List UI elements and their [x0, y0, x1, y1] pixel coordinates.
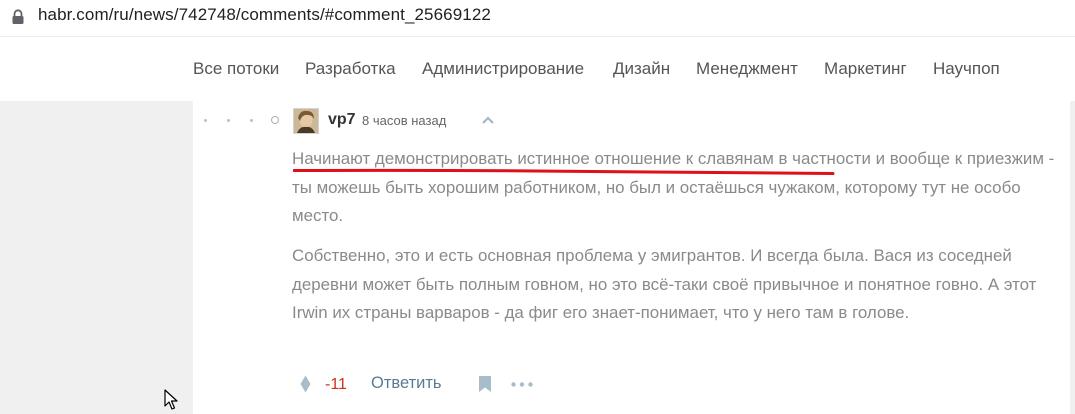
- thread-depth-dot: [204, 119, 207, 122]
- reply-button[interactable]: Ответить: [371, 374, 442, 393]
- comment-paragraph-1: Начинают демонстрировать истинное отноше…: [292, 145, 1062, 231]
- comment-score: -11: [325, 376, 347, 393]
- vote-diamond-icon[interactable]: [300, 375, 311, 393]
- top-navigation: Все потоки Разработка Администрирование …: [0, 36, 1075, 102]
- right-gutter: [1070, 101, 1075, 414]
- avatar-image: [294, 109, 318, 133]
- nav-item-administration[interactable]: Администрирование: [422, 59, 584, 79]
- thread-current-ring: [271, 116, 279, 124]
- bookmark-icon[interactable]: [478, 375, 492, 393]
- nav-item-popular-science[interactable]: Научпоп: [933, 59, 1000, 79]
- mouse-cursor-icon: [164, 389, 178, 410]
- nav-item-marketing[interactable]: Маркетинг: [824, 59, 907, 79]
- comment-author[interactable]: vp7: [328, 111, 356, 129]
- more-dots-icon[interactable]: [511, 382, 533, 387]
- browser-address-bar: habr.com/ru/news/742748/comments/#commen…: [0, 0, 1075, 36]
- url-text[interactable]: habr.com/ru/news/742748/comments/#commen…: [38, 5, 491, 25]
- comment-paragraph-2: Собственно, это и есть основная проблема…: [292, 242, 1062, 328]
- comment-footer: -11 Ответить: [193, 369, 1070, 399]
- lock-icon[interactable]: [11, 9, 25, 25]
- chevron-up-icon[interactable]: [481, 115, 495, 125]
- nav-item-design[interactable]: Дизайн: [613, 59, 670, 79]
- comment-highlighted-phrase: Начинают демонстрировать истинное отноше…: [292, 149, 774, 168]
- comment-timestamp[interactable]: 8 часов назад: [362, 113, 446, 128]
- thread-depth-dot: [227, 119, 230, 122]
- nav-item-development[interactable]: Разработка: [305, 59, 396, 79]
- thread-depth-dot: [250, 119, 253, 122]
- left-gutter: [0, 101, 193, 414]
- nav-item-all-flows[interactable]: Все потоки: [193, 59, 279, 79]
- avatar[interactable]: [293, 108, 319, 134]
- comment-block: vp7 8 часов назад Начинают демонстрирова…: [193, 101, 1070, 414]
- nav-item-management[interactable]: Менеджмент: [696, 59, 798, 79]
- comment-paragraph-2-text: Собственно, это и есть основная проблема…: [292, 246, 1037, 323]
